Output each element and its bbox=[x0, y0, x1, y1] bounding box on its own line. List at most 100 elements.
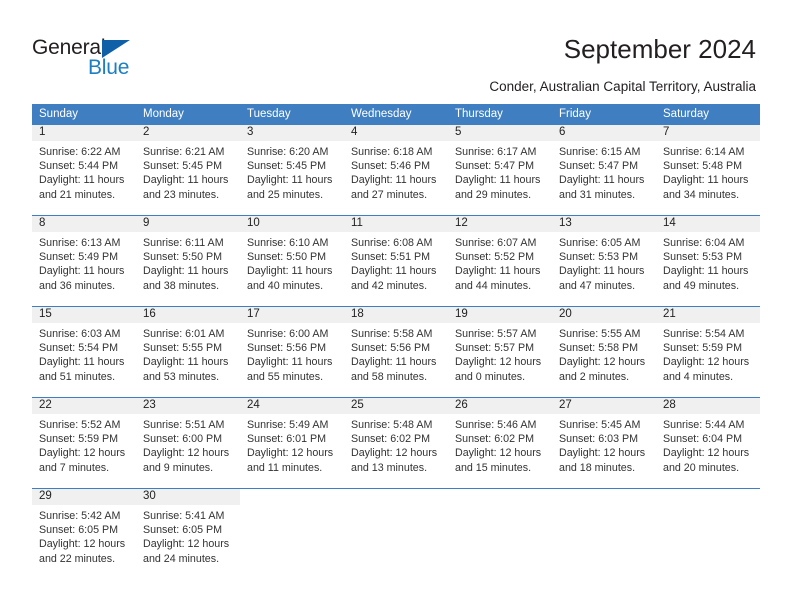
sunrise-text: Sunrise: 6:18 AM bbox=[351, 146, 433, 158]
daylight-text-line2: and 0 minutes. bbox=[455, 370, 526, 383]
day-cell[interactable]: 30 Sunrise: 5:41 AM Sunset: 6:05 PM Dayl… bbox=[136, 488, 240, 579]
day-number: 7 bbox=[656, 125, 760, 141]
day-number: 21 bbox=[656, 307, 760, 323]
daylight-text-line1: Daylight: 12 hours bbox=[351, 447, 438, 460]
daylight-text-line2: and 9 minutes. bbox=[143, 461, 214, 474]
sunset-text: Sunset: 5:47 PM bbox=[559, 160, 639, 173]
day-cell[interactable]: 24 Sunrise: 5:49 AM Sunset: 6:01 PM Dayl… bbox=[240, 397, 344, 489]
sunset-text: Sunset: 6:00 PM bbox=[143, 433, 223, 446]
day-cell[interactable]: 17 Sunrise: 6:00 AM Sunset: 5:56 PM Dayl… bbox=[240, 306, 344, 398]
daylight-text-line2: and 58 minutes. bbox=[351, 370, 428, 383]
sunrise-text: Sunrise: 5:55 AM bbox=[559, 328, 641, 340]
day-number: 4 bbox=[344, 125, 448, 141]
daylight-text-line1: Daylight: 11 hours bbox=[39, 356, 125, 369]
daylight-text-line1: Daylight: 12 hours bbox=[39, 538, 126, 551]
daylight-text-line1: Daylight: 12 hours bbox=[663, 447, 750, 460]
day-details: Sunrise: 6:18 AM Sunset: 5:46 PM Dayligh… bbox=[344, 141, 448, 202]
day-cell[interactable]: 13 Sunrise: 6:05 AM Sunset: 5:53 PM Dayl… bbox=[552, 215, 656, 307]
calendar-table: Sunday Monday Tuesday Wednesday Thursday… bbox=[32, 104, 760, 579]
calendar-page: General Blue September 2024 Conder, Aust… bbox=[0, 0, 792, 612]
day-cell[interactable]: 2 Sunrise: 6:21 AM Sunset: 5:45 PM Dayli… bbox=[136, 125, 240, 216]
sunset-text: Sunset: 5:46 PM bbox=[351, 160, 431, 173]
day-number: 29 bbox=[32, 489, 136, 505]
daylight-text-line2: and 4 minutes. bbox=[663, 370, 734, 383]
daylight-text-line1: Daylight: 12 hours bbox=[455, 447, 542, 460]
day-details: Sunrise: 5:54 AM Sunset: 5:59 PM Dayligh… bbox=[656, 323, 760, 384]
day-cell[interactable]: 5 Sunrise: 6:17 AM Sunset: 5:47 PM Dayli… bbox=[448, 125, 552, 216]
daylight-text-line1: Daylight: 11 hours bbox=[143, 174, 229, 187]
day-cell-empty bbox=[552, 488, 656, 579]
day-cell[interactable]: 27 Sunrise: 5:45 AM Sunset: 6:03 PM Dayl… bbox=[552, 397, 656, 489]
sunrise-text: Sunrise: 6:22 AM bbox=[39, 146, 121, 158]
daylight-text-line1: Daylight: 12 hours bbox=[247, 447, 334, 460]
day-details: Sunrise: 6:22 AM Sunset: 5:44 PM Dayligh… bbox=[32, 141, 136, 202]
day-cell[interactable]: 7 Sunrise: 6:14 AM Sunset: 5:48 PM Dayli… bbox=[656, 125, 760, 216]
daylight-text-line1: Daylight: 11 hours bbox=[143, 356, 229, 369]
day-cell[interactable]: 26 Sunrise: 5:46 AM Sunset: 6:02 PM Dayl… bbox=[448, 397, 552, 489]
page-title: September 2024 bbox=[563, 34, 756, 64]
day-cell-empty bbox=[656, 488, 760, 579]
day-number: 13 bbox=[552, 216, 656, 232]
sunset-text: Sunset: 6:05 PM bbox=[143, 524, 223, 537]
day-cell[interactable]: 18 Sunrise: 5:58 AM Sunset: 5:56 PM Dayl… bbox=[344, 306, 448, 398]
day-cell[interactable]: 3 Sunrise: 6:20 AM Sunset: 5:45 PM Dayli… bbox=[240, 125, 344, 216]
day-number: 11 bbox=[344, 216, 448, 232]
day-details: Sunrise: 5:57 AM Sunset: 5:57 PM Dayligh… bbox=[448, 323, 552, 384]
sunset-text: Sunset: 5:49 PM bbox=[39, 251, 119, 264]
day-cell[interactable]: 6 Sunrise: 6:15 AM Sunset: 5:47 PM Dayli… bbox=[552, 125, 656, 216]
sunset-text: Sunset: 5:58 PM bbox=[559, 342, 639, 355]
day-number: 30 bbox=[136, 489, 240, 505]
daylight-text-line2: and 44 minutes. bbox=[455, 279, 532, 292]
day-number: 12 bbox=[448, 216, 552, 232]
sunset-text: Sunset: 5:55 PM bbox=[143, 342, 223, 355]
day-cell[interactable]: 12 Sunrise: 6:07 AM Sunset: 5:52 PM Dayl… bbox=[448, 215, 552, 307]
day-cell[interactable]: 28 Sunrise: 5:44 AM Sunset: 6:04 PM Dayl… bbox=[656, 397, 760, 489]
day-cell[interactable]: 4 Sunrise: 6:18 AM Sunset: 5:46 PM Dayli… bbox=[344, 125, 448, 216]
day-cell[interactable]: 21 Sunrise: 5:54 AM Sunset: 5:59 PM Dayl… bbox=[656, 306, 760, 398]
day-cell[interactable]: 25 Sunrise: 5:48 AM Sunset: 6:02 PM Dayl… bbox=[344, 397, 448, 489]
sunrise-text: Sunrise: 6:00 AM bbox=[247, 328, 329, 340]
calendar-week-row: 15 Sunrise: 6:03 AM Sunset: 5:54 PM Dayl… bbox=[32, 306, 760, 398]
day-details: Sunrise: 5:46 AM Sunset: 6:02 PM Dayligh… bbox=[448, 414, 552, 475]
weekday-header-row: Sunday Monday Tuesday Wednesday Thursday… bbox=[32, 104, 760, 125]
daylight-text-line2: and 36 minutes. bbox=[39, 279, 116, 292]
day-number: 19 bbox=[448, 307, 552, 323]
sunrise-text: Sunrise: 5:54 AM bbox=[663, 328, 745, 340]
day-cell[interactable]: 19 Sunrise: 5:57 AM Sunset: 5:57 PM Dayl… bbox=[448, 306, 552, 398]
day-details: Sunrise: 5:45 AM Sunset: 6:03 PM Dayligh… bbox=[552, 414, 656, 475]
day-cell[interactable]: 14 Sunrise: 6:04 AM Sunset: 5:53 PM Dayl… bbox=[656, 215, 760, 307]
sunrise-text: Sunrise: 6:03 AM bbox=[39, 328, 121, 340]
weekday-header-monday: Monday bbox=[136, 104, 240, 125]
day-cell[interactable]: 1 Sunrise: 6:22 AM Sunset: 5:44 PM Dayli… bbox=[32, 125, 136, 216]
day-cell[interactable]: 15 Sunrise: 6:03 AM Sunset: 5:54 PM Dayl… bbox=[32, 306, 136, 398]
day-cell[interactable]: 16 Sunrise: 6:01 AM Sunset: 5:55 PM Dayl… bbox=[136, 306, 240, 398]
day-cell[interactable]: 8 Sunrise: 6:13 AM Sunset: 5:49 PM Dayli… bbox=[32, 215, 136, 307]
day-cell[interactable]: 29 Sunrise: 5:42 AM Sunset: 6:05 PM Dayl… bbox=[32, 488, 136, 579]
day-number: 14 bbox=[656, 216, 760, 232]
day-details: Sunrise: 5:55 AM Sunset: 5:58 PM Dayligh… bbox=[552, 323, 656, 384]
daylight-text-line2: and 24 minutes. bbox=[143, 552, 220, 565]
weekday-header-wednesday: Wednesday bbox=[344, 104, 448, 125]
daylight-text-line2: and 18 minutes. bbox=[559, 461, 636, 474]
day-number: 22 bbox=[32, 398, 136, 414]
day-cell[interactable]: 11 Sunrise: 6:08 AM Sunset: 5:51 PM Dayl… bbox=[344, 215, 448, 307]
daylight-text-line2: and 40 minutes. bbox=[247, 279, 324, 292]
sunset-text: Sunset: 6:02 PM bbox=[351, 433, 431, 446]
sunset-text: Sunset: 6:03 PM bbox=[559, 433, 639, 446]
daylight-text-line1: Daylight: 11 hours bbox=[247, 174, 333, 187]
daylight-text-line1: Daylight: 11 hours bbox=[39, 174, 125, 187]
day-cell[interactable]: 22 Sunrise: 5:52 AM Sunset: 5:59 PM Dayl… bbox=[32, 397, 136, 489]
weekday-header-tuesday: Tuesday bbox=[240, 104, 344, 125]
general-blue-logo[interactable]: General Blue bbox=[32, 36, 232, 86]
calendar-body: 1 Sunrise: 6:22 AM Sunset: 5:44 PM Dayli… bbox=[32, 125, 760, 579]
day-cell[interactable]: 10 Sunrise: 6:10 AM Sunset: 5:50 PM Dayl… bbox=[240, 215, 344, 307]
daylight-text-line1: Daylight: 11 hours bbox=[559, 174, 645, 187]
day-cell[interactable]: 23 Sunrise: 5:51 AM Sunset: 6:00 PM Dayl… bbox=[136, 397, 240, 489]
day-cell[interactable]: 20 Sunrise: 5:55 AM Sunset: 5:58 PM Dayl… bbox=[552, 306, 656, 398]
sunset-text: Sunset: 5:54 PM bbox=[39, 342, 119, 355]
day-cell[interactable]: 9 Sunrise: 6:11 AM Sunset: 5:50 PM Dayli… bbox=[136, 215, 240, 307]
day-number: 3 bbox=[240, 125, 344, 141]
day-details: Sunrise: 6:01 AM Sunset: 5:55 PM Dayligh… bbox=[136, 323, 240, 384]
daylight-text-line2: and 53 minutes. bbox=[143, 370, 220, 383]
weekday-header-sunday: Sunday bbox=[32, 104, 136, 125]
